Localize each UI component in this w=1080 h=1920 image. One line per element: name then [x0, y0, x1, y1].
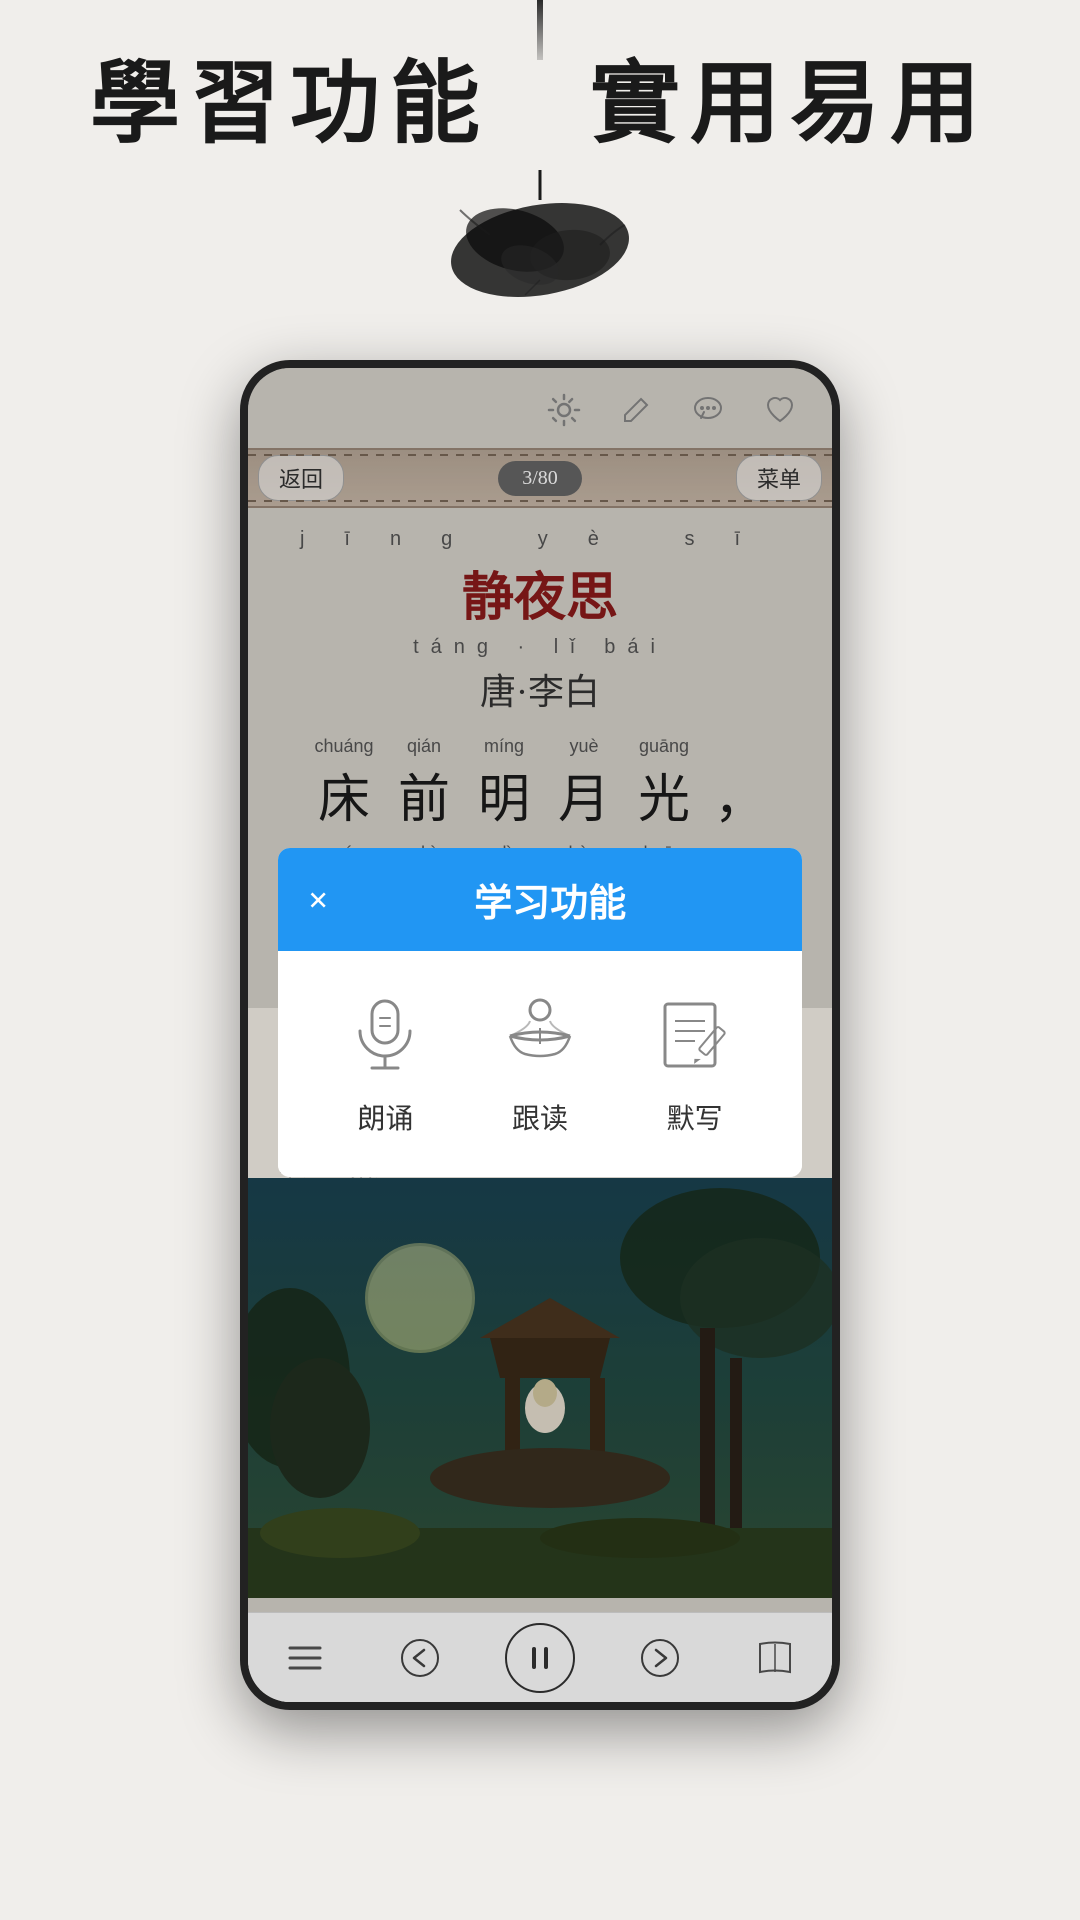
- feature-dictation[interactable]: 默写: [650, 991, 740, 1137]
- page-title: 學習功能 實用易用: [90, 30, 990, 160]
- phone-mockup: 返回 3/80 菜单 jīng yè sī 静夜思 táng · lǐ bái …: [240, 360, 840, 1710]
- microphone-icon: [340, 991, 430, 1081]
- modal-body: 朗诵: [278, 951, 802, 1177]
- write-icon: [650, 991, 740, 1081]
- modal-header: × 学习功能: [278, 848, 802, 951]
- phone-screen: 返回 3/80 菜单 jīng yè sī 静夜思 táng · lǐ bái …: [248, 368, 832, 1702]
- top-area: 學習功能 實用易用: [0, 0, 1080, 400]
- reading-icon: [495, 991, 585, 1081]
- feature-recite[interactable]: 朗诵: [340, 991, 430, 1137]
- feature-recite-label: 朗诵: [357, 1097, 413, 1137]
- learning-modal: × 学习功能 朗诵: [278, 848, 802, 1177]
- feature-dictation-label: 默写: [667, 1097, 723, 1137]
- modal-close-button[interactable]: ×: [308, 882, 329, 918]
- modal-title: 学习功能: [329, 872, 772, 927]
- feature-follow-read[interactable]: 跟读: [495, 991, 585, 1137]
- feature-follow-label: 跟读: [512, 1097, 568, 1137]
- ink-decoration: [430, 170, 650, 300]
